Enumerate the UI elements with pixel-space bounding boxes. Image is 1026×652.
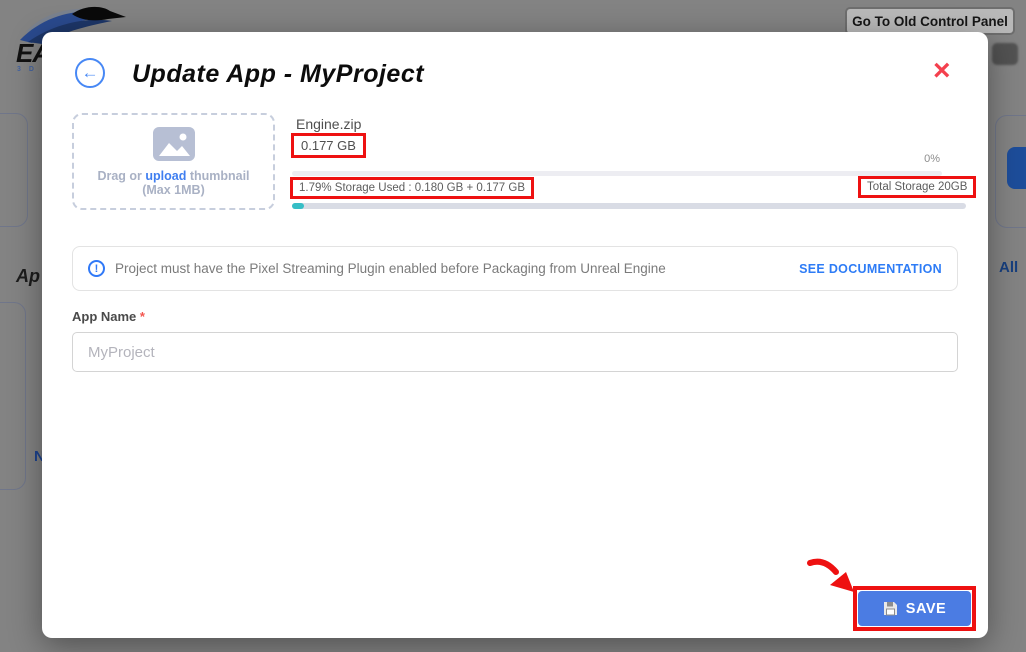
- go-to-old-control-panel-button[interactable]: Go To Old Control Panel: [845, 7, 1015, 35]
- close-icon[interactable]: ×: [933, 56, 951, 86]
- arrow-left-icon: ←: [82, 63, 99, 83]
- annotation-box-storage-total: Total Storage 20GB: [858, 176, 976, 198]
- thumbnail-dropzone[interactable]: Drag or upload thumbnail (Max 1MB): [72, 113, 275, 210]
- storage-bar: [292, 203, 966, 209]
- pixel-streaming-alert: ! Project must have the Pixel Streaming …: [72, 246, 958, 291]
- upload-percent: 0%: [924, 153, 940, 165]
- background-blue-button[interactable]: [1007, 147, 1026, 189]
- dropzone-max-size: (Max 1MB): [74, 183, 273, 197]
- storage-bar-fill: [292, 203, 304, 209]
- see-documentation-link[interactable]: SEE DOCUMENTATION: [799, 262, 942, 276]
- image-placeholder-icon: [152, 126, 196, 162]
- save-button[interactable]: SAVE: [858, 591, 971, 626]
- save-floppy-icon: [883, 601, 898, 616]
- upload-link[interactable]: upload: [145, 169, 186, 183]
- app-name-label: App Name *: [72, 309, 145, 324]
- screen: EA 3 D Go To Old Control Panel Ap N All …: [0, 0, 1026, 652]
- required-asterisk: *: [140, 309, 145, 324]
- file-size: 0.177 GB: [301, 138, 356, 153]
- update-app-modal: ← Update App - MyProject × Drag or uploa…: [42, 32, 988, 638]
- storage-total-text: Total Storage 20GB: [867, 181, 967, 193]
- apps-heading-partial: Ap: [16, 266, 40, 287]
- modal-title: Update App - MyProject: [132, 60, 424, 89]
- background-app-card: [0, 302, 26, 490]
- file-name: Engine.zip: [296, 116, 361, 132]
- storage-used-text: 1.79% Storage Used : 0.180 GB + 0.177 GB: [299, 182, 525, 194]
- logo-subtext-partial: 3 D: [17, 66, 37, 73]
- annotation-box-storage-used: 1.79% Storage Used : 0.180 GB + 0.177 GB: [290, 177, 534, 199]
- back-button[interactable]: ←: [75, 58, 105, 88]
- info-icon: !: [88, 260, 105, 277]
- annotation-box-save: SAVE: [853, 586, 976, 631]
- upload-progress-bar: [292, 171, 942, 176]
- alert-text: Project must have the Pixel Streaming Pl…: [115, 261, 789, 276]
- menu-avatar-blob[interactable]: [992, 43, 1018, 65]
- annotation-box-file-size: 0.177 GB: [291, 133, 366, 158]
- view-all-link-partial[interactable]: All: [999, 259, 1018, 276]
- save-button-label: SAVE: [906, 601, 946, 617]
- background-card-left: [0, 113, 28, 227]
- app-name-input[interactable]: [72, 332, 958, 372]
- dropzone-label: Drag or upload thumbnail: [74, 169, 273, 183]
